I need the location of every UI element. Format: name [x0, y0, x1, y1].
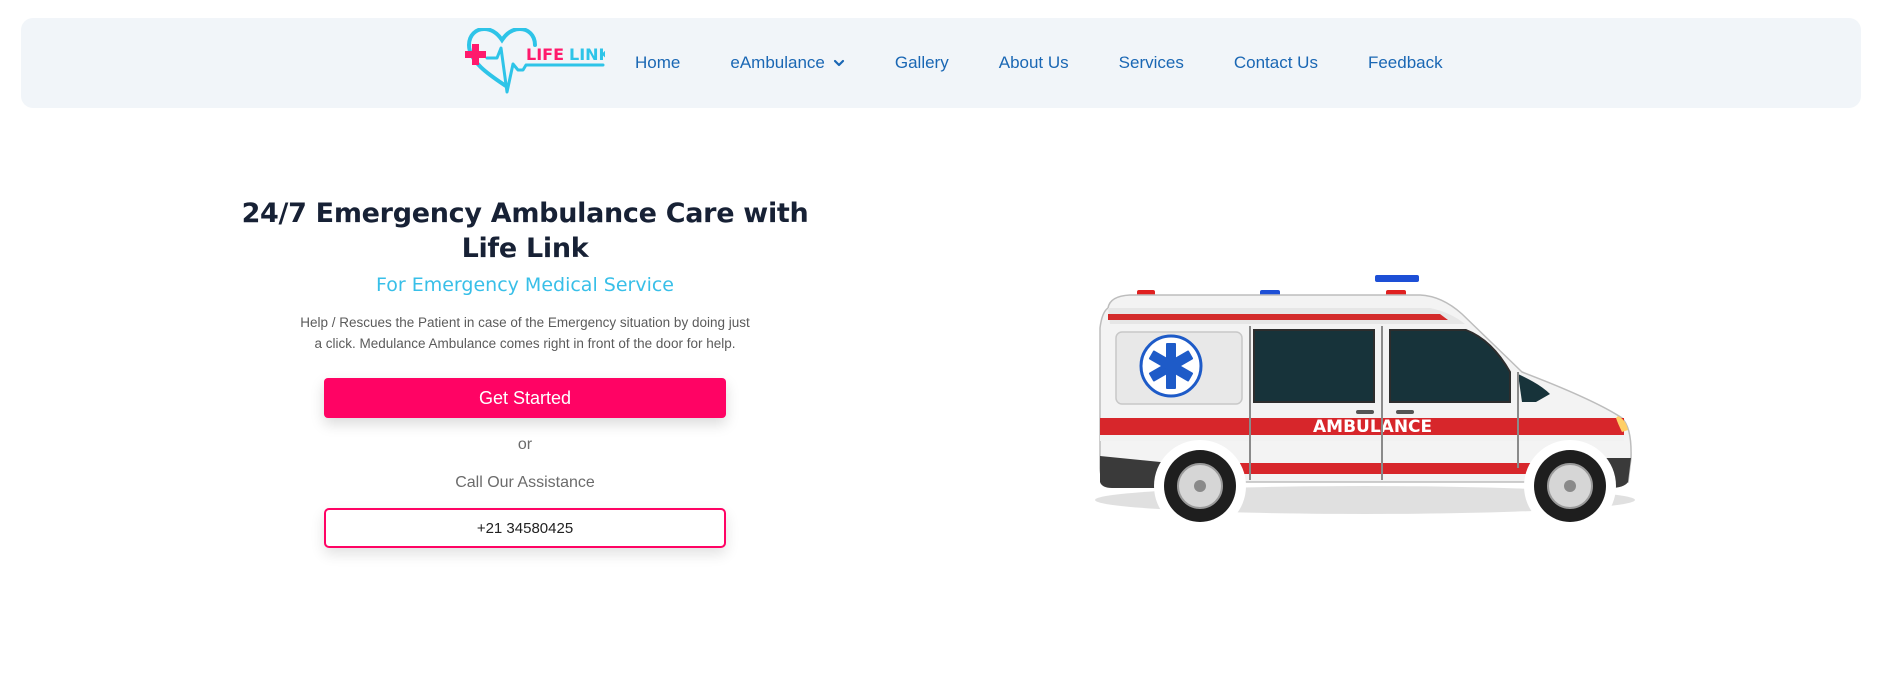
- hero-subtitle: For Emergency Medical Service: [376, 274, 674, 296]
- main-nav: Home eAmbulance Gallery About Us Service…: [635, 18, 1493, 108]
- nav-contact-us[interactable]: Contact Us: [1234, 53, 1318, 73]
- nav-feedback[interactable]: Feedback: [1368, 53, 1443, 73]
- hero-description: Help / Rescues the Patient in case of th…: [300, 315, 750, 351]
- ambulance-label: AMBULANCE: [1313, 417, 1432, 437]
- star-of-life-icon: [1139, 334, 1203, 398]
- ambulance-van-image: AMBULANCE: [1095, 275, 1635, 532]
- get-started-button[interactable]: Get Started: [324, 378, 726, 418]
- ambulance-illustration: AMBULANCE: [1090, 268, 1640, 540]
- nav-eambulance[interactable]: eAmbulance: [730, 53, 845, 73]
- phone-number-box[interactable]: +21 34580425: [324, 508, 726, 548]
- heart-logo-icon: LIFE LINK: [465, 26, 612, 94]
- logo-text-life: LIFE: [526, 45, 564, 64]
- hero-title: 24/7 Emergency Ambulance Care with Life …: [241, 198, 809, 264]
- life-link-logo[interactable]: LIFE LINK: [463, 26, 612, 98]
- nav-eambulance-label: eAmbulance: [730, 53, 825, 72]
- nav-services[interactable]: Services: [1119, 53, 1184, 73]
- nav-about-us[interactable]: About Us: [999, 53, 1069, 73]
- call-assistance-label: Call Our Assistance: [455, 474, 595, 491]
- logo-text-link: LINK: [569, 45, 605, 64]
- chevron-down-icon: [833, 59, 844, 67]
- navbar: LIFE LINK Home eAmbulance Gallery About …: [21, 18, 1861, 108]
- or-separator: or: [517, 436, 533, 453]
- nav-gallery[interactable]: Gallery: [895, 53, 949, 73]
- nav-home[interactable]: Home: [635, 53, 680, 73]
- hero-section: 24/7 Emergency Ambulance Care with Life …: [225, 196, 825, 548]
